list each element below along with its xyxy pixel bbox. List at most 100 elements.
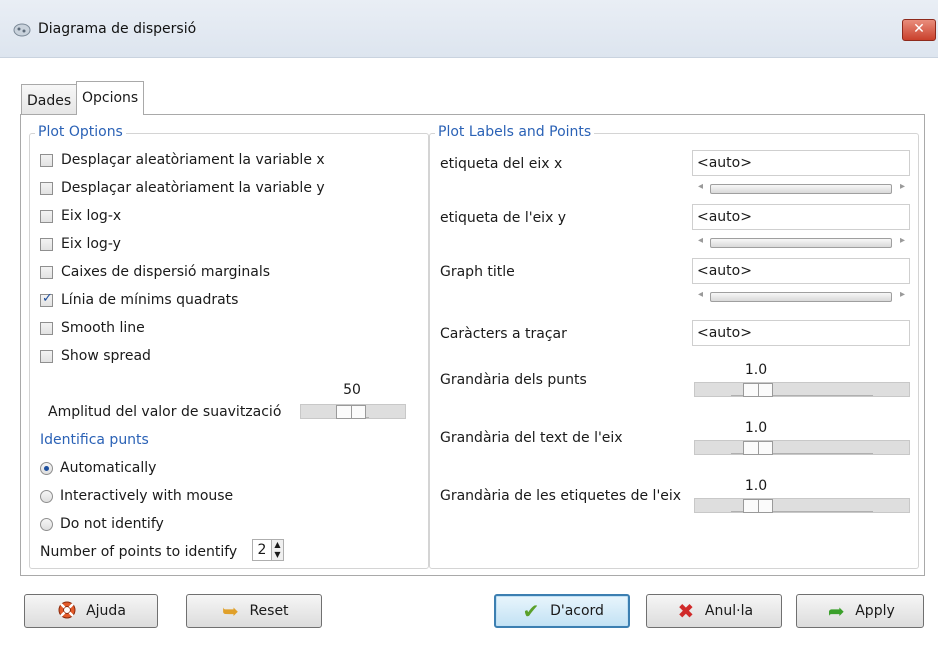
help-label: Ajuda [86, 603, 126, 619]
radio-dot[interactable] [40, 489, 53, 503]
scroll-left-icon[interactable]: ◂ [698, 289, 703, 300]
apply-label: Apply [855, 603, 895, 619]
checkbox-label: Eix log-x [61, 208, 122, 224]
scroll-right-icon[interactable]: ▸ [900, 289, 905, 300]
tab-opcions[interactable]: Opcions [76, 81, 145, 115]
cancel-label: Anul·la [704, 603, 754, 619]
identify-points-title: Identifica punts [40, 432, 149, 448]
lifebuoy-icon [56, 600, 78, 623]
checkbox-label: Desplaçar aleatòriament la variable y [61, 180, 325, 196]
axis-label-size-slider[interactable] [694, 498, 910, 513]
field-label-graph-title: Graph title [440, 264, 515, 280]
plot-options-group: Plot Options Desplaçar aleatòriament la … [29, 124, 429, 569]
radio-label: Do not identify [60, 516, 164, 532]
checkbox-box[interactable] [40, 291, 53, 307]
axis-text-size-slider[interactable] [694, 440, 910, 455]
options-tab-panel: Plot Options Desplaçar aleatòriament la … [20, 114, 925, 576]
ok-label: D'acord [550, 603, 604, 619]
radio-do-not-identify[interactable]: Do not identify [40, 516, 164, 532]
points-count-spinner[interactable]: 2 ▲ ▼ [252, 539, 284, 561]
plot-characters-input[interactable]: <auto> [692, 320, 910, 346]
axis-text-size-value: 1.0 [744, 420, 768, 436]
radio-interactively[interactable]: Interactively with mouse [40, 488, 233, 504]
slider-thumb[interactable] [743, 441, 773, 455]
radio-dot[interactable] [40, 461, 53, 475]
radio-dot[interactable] [40, 517, 53, 531]
scroll-left-icon[interactable]: ◂ [698, 235, 703, 246]
radio-label: Interactively with mouse [60, 488, 234, 504]
scroll-left-icon[interactable]: ◂ [698, 181, 703, 192]
checkbox-box[interactable] [40, 181, 53, 195]
checkbox-smooth-line[interactable]: Smooth line [40, 320, 145, 336]
scroll-right-icon[interactable]: ▸ [900, 235, 905, 246]
checkbox-jitter-y[interactable]: Desplaçar aleatòriament la variable y [40, 180, 325, 196]
spinner-arrows-icon[interactable]: ▲ ▼ [272, 539, 284, 561]
field-label-y-axis: etiqueta de l'eix y [440, 210, 567, 226]
checkbox-log-y[interactable]: Eix log-y [40, 236, 121, 252]
span-slider[interactable] [300, 404, 406, 419]
radio-automatically[interactable]: Automatically [40, 460, 156, 476]
ok-button[interactable]: ✔ D'acord [494, 594, 630, 628]
reset-label: Reset [249, 603, 289, 619]
span-slider-value: 50 [343, 382, 361, 398]
graph-title-scrollbar[interactable]: ◂ ▸ [692, 289, 910, 304]
radio-label: Automatically [60, 460, 157, 476]
undo-arrow-icon: ➥ [222, 599, 239, 623]
scroll-thumb[interactable] [710, 184, 892, 194]
field-label-x-axis: etiqueta del eix x [440, 156, 563, 172]
checkbox-box[interactable] [40, 153, 53, 167]
point-size-label: Grandària dels punts [440, 372, 587, 388]
checkbox-log-x[interactable]: Eix log-x [40, 208, 121, 224]
graph-title-input[interactable]: <auto> [692, 258, 910, 284]
close-button[interactable]: ✕ [902, 19, 936, 41]
spinner-value[interactable]: 2 [252, 539, 272, 561]
checkbox-marginal-boxplots[interactable]: Caixes de dispersió marginals [40, 264, 270, 280]
point-size-value: 1.0 [744, 362, 768, 378]
scatterplot-app-icon [13, 23, 31, 37]
y-axis-label-input[interactable]: <auto> [692, 204, 910, 230]
scroll-thumb[interactable] [710, 292, 892, 302]
tab-dades[interactable]: Dades [21, 84, 78, 114]
window-title: Diagrama de dispersió [38, 21, 197, 37]
checkbox-label: Show spread [61, 348, 151, 364]
scroll-right-icon[interactable]: ▸ [900, 181, 905, 192]
point-size-slider[interactable] [694, 382, 910, 397]
checkbox-jitter-x[interactable]: Desplaçar aleatòriament la variable x [40, 152, 325, 168]
apply-button[interactable]: ➦ Apply [796, 594, 924, 628]
axis-label-size-value: 1.0 [744, 478, 768, 494]
field-label-plot-characters: Caràcters a traçar [440, 326, 567, 342]
tab-label: Opcions [82, 90, 139, 106]
y-axis-label-scrollbar[interactable]: ◂ ▸ [692, 235, 910, 250]
slider-thumb[interactable] [743, 383, 773, 397]
plot-labels-group: Plot Labels and Points etiqueta del eix … [429, 124, 919, 569]
checkbox-label: Desplaçar aleatòriament la variable x [61, 152, 325, 168]
checkbox-box[interactable] [40, 349, 53, 363]
cancel-button[interactable]: ✖ Anul·la [646, 594, 782, 628]
plot-options-title: Plot Options [35, 124, 126, 140]
checkbox-box[interactable] [40, 265, 53, 279]
x-axis-label-scrollbar[interactable]: ◂ ▸ [692, 181, 910, 196]
green-arrow-icon: ➦ [827, 599, 845, 623]
checkbox-show-spread[interactable]: Show spread [40, 348, 151, 364]
scroll-thumb[interactable] [710, 238, 892, 248]
slider-thumb[interactable] [336, 405, 366, 419]
checkmark-icon: ✔ [522, 599, 540, 623]
title-bar: Diagrama de dispersió ✕ [0, 0, 938, 58]
help-button[interactable]: Ajuda [24, 594, 158, 628]
checkbox-box[interactable] [40, 237, 53, 251]
axis-text-size-label: Grandària del text de l'eix [440, 430, 623, 446]
checkbox-least-squares[interactable]: Línia de mínims quadrats [40, 291, 239, 308]
reset-button[interactable]: ➥ Reset [186, 594, 322, 628]
checkbox-box[interactable] [40, 209, 53, 223]
checkbox-label: Eix log-y [61, 236, 121, 252]
checkbox-label: Caixes de dispersió marginals [61, 264, 271, 280]
span-slider-label: Amplitud del valor de suavització [48, 404, 282, 420]
slider-thumb[interactable] [743, 499, 773, 513]
checkbox-label: Línia de mínims quadrats [61, 292, 239, 308]
checkbox-box[interactable] [40, 321, 53, 335]
axis-label-size-label: Grandària de les etiquetes de l'eix [440, 488, 682, 504]
red-x-icon: ✖ [677, 599, 695, 623]
x-axis-label-input[interactable]: <auto> [692, 150, 910, 176]
tab-label: Dades [27, 93, 72, 109]
points-count-label: Number of points to identify [40, 544, 238, 560]
